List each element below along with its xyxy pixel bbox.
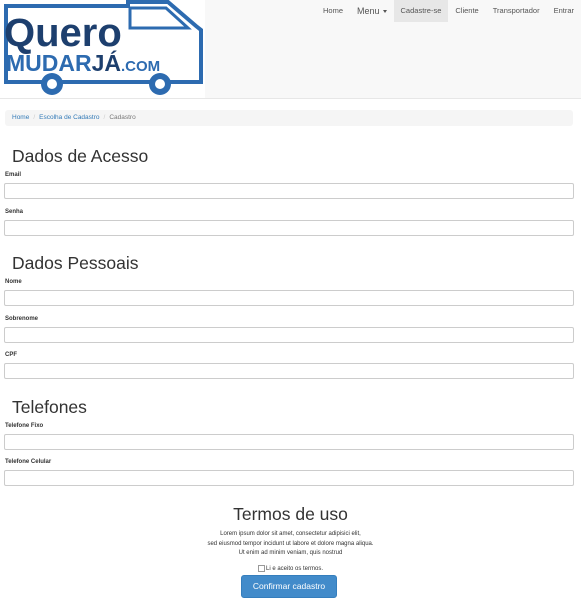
- sobrenome-field[interactable]: [4, 327, 574, 343]
- quero-mudar-ja-logo[interactable]: Quero MUDARJÁ.COM: [0, 0, 205, 98]
- svg-text:MUDARJÁ.COM: MUDARJÁ.COM: [6, 49, 160, 76]
- agree-terms-label[interactable]: Li e aceito os termos.: [266, 566, 323, 572]
- top-navbar: Quero MUDARJÁ.COM Home Menu Cadastre-se …: [0, 0, 581, 99]
- terms-title: Termos de uso: [233, 504, 348, 524]
- agree-terms-checkbox[interactable]: [257, 565, 265, 572]
- main-nav: Home Menu Cadastre-se Cliente Transporta…: [316, 0, 581, 22]
- caret-down-icon: [382, 10, 387, 14]
- terms-line: Lorem ipsum dolor sit amet, consectetur …: [220, 531, 361, 537]
- nav-cadastre-se[interactable]: Cadastre-se: [393, 0, 449, 22]
- terms-line: Ut enim ad minim veniam, quis nostrud: [238, 550, 343, 556]
- nav-entrar[interactable]: Entrar: [547, 0, 581, 22]
- nome-field[interactable]: [4, 290, 574, 306]
- cpf-label: CPF: [5, 352, 17, 358]
- sobrenome-label: Sobrenome: [5, 316, 39, 322]
- terms-line: sed eiusmod tempor incidunt ut labore et…: [207, 540, 374, 547]
- svg-text:Quero: Quero: [4, 11, 122, 55]
- nav-menu-label: Menu: [357, 6, 380, 16]
- section-title-dados-pessoais: Dados Pessoais: [12, 253, 139, 273]
- email-label: Email: [5, 172, 22, 178]
- breadcrumb-separator: /: [103, 114, 106, 121]
- breadcrumb-separator: /: [33, 114, 36, 121]
- telefone-celular-label: Telefone Celular: [5, 459, 52, 465]
- breadcrumb-escolha-cadastro[interactable]: Escolha de Cadastro: [39, 114, 99, 121]
- telefone-celular-field[interactable]: [4, 470, 574, 486]
- telefone-fixo-field[interactable]: [4, 434, 574, 450]
- breadcrumb-home[interactable]: Home: [12, 114, 29, 121]
- breadcrumb: Home / Escolha de Cadastro / Cadastro: [5, 110, 573, 126]
- terms-text: Lorem ipsum dolor sit amet, consectetur …: [0, 530, 581, 559]
- confirm-registration-button[interactable]: Confirmar cadastro: [241, 575, 337, 598]
- section-title-telefones: Telefones: [12, 397, 87, 417]
- telefone-fixo-label: Telefone Fixo: [5, 423, 44, 429]
- nav-menu-dropdown[interactable]: Menu: [350, 0, 394, 22]
- section-title-dados-acesso: Dados de Acesso: [12, 146, 149, 166]
- cpf-field[interactable]: [4, 363, 574, 379]
- nome-label: Nome: [5, 279, 22, 285]
- nav-transportador[interactable]: Transportador: [486, 0, 547, 22]
- truck-logo-graphic: Quero MUDARJÁ.COM: [4, 0, 203, 95]
- nav-cliente[interactable]: Cliente: [448, 0, 485, 22]
- senha-label: Senha: [5, 209, 24, 215]
- agree-terms-row: Li e aceito os termos.: [0, 565, 581, 572]
- nav-home[interactable]: Home: [316, 0, 350, 22]
- email-field[interactable]: [4, 183, 574, 199]
- senha-field[interactable]: [4, 220, 574, 236]
- breadcrumb-current: Cadastro: [109, 114, 136, 121]
